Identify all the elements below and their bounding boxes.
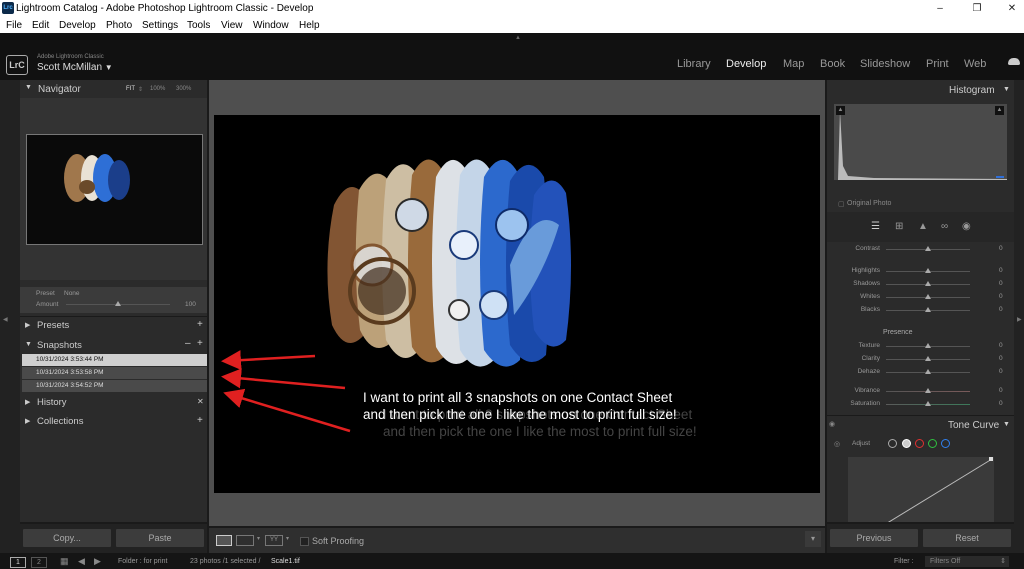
- filter-dropdown-value: Filters Off: [930, 558, 961, 565]
- filter-label: Filter :: [894, 558, 914, 565]
- annotation-line-2: and then pick the one I like the most to…: [363, 407, 677, 422]
- adjust-label: Adjust: [852, 440, 871, 447]
- shadow-clipping-icon[interactable]: ▲: [836, 106, 845, 115]
- highlights-slider-knob[interactable]: [925, 268, 931, 273]
- contrast-label: Contrast: [855, 245, 880, 252]
- healing-icon[interactable]: ▲: [918, 221, 928, 232]
- shadows-label: Shadows: [853, 280, 880, 287]
- tone-curve-title[interactable]: Tone Curve: [948, 420, 999, 431]
- green-channel-icon[interactable]: [928, 439, 937, 448]
- soft-proofing-checkbox[interactable]: [300, 537, 309, 546]
- toolbar-menu-icon[interactable]: ▾: [805, 531, 821, 547]
- blacks-value[interactable]: 0: [999, 306, 1003, 313]
- swap-dropdown-icon[interactable]: ▾: [286, 535, 289, 542]
- target-adjust-icon[interactable]: ◎: [834, 440, 840, 448]
- arrow-snapshot-1: [221, 350, 316, 371]
- saturation-label: Saturation: [850, 400, 880, 407]
- annotation-shadow-line-2: and then pick the one I like the most to…: [383, 424, 697, 439]
- highlights-value[interactable]: 0: [999, 267, 1003, 274]
- contrast-value[interactable]: 0: [999, 245, 1003, 252]
- reset-button[interactable]: Reset: [923, 529, 1011, 547]
- annotation-text: I want to print all 3 snapshots on one C…: [363, 389, 783, 423]
- saturation-value[interactable]: 0: [999, 400, 1003, 407]
- arrow-snapshot-3: [223, 388, 351, 433]
- clarity-slider-knob[interactable]: [925, 356, 931, 361]
- filmstrip-source[interactable]: Folder : for print: [118, 558, 167, 565]
- vibrance-label: Vibrance: [854, 387, 880, 394]
- whites-value[interactable]: 0: [999, 293, 1003, 300]
- back-arrow-icon[interactable]: ◀: [78, 556, 85, 567]
- texture-value[interactable]: 0: [999, 342, 1003, 349]
- dehaze-value[interactable]: 0: [999, 368, 1003, 375]
- vibrance-value[interactable]: 0: [999, 387, 1003, 394]
- arrow-snapshot-2: [221, 368, 346, 390]
- primary-window-button[interactable]: 1: [10, 557, 26, 568]
- dehaze-label: Dehaze: [857, 368, 880, 375]
- point-curve-icon[interactable]: [902, 439, 911, 448]
- histogram-graph: [834, 104, 1007, 180]
- before-after-view-icon[interactable]: [236, 535, 254, 546]
- texture-slider-knob[interactable]: [925, 343, 931, 348]
- tone-curve-collapse-icon[interactable]: ▼: [1003, 421, 1010, 428]
- original-photo-label: Original Photo: [847, 200, 892, 207]
- histogram-curve: [838, 110, 1007, 180]
- histogram-collapse-icon[interactable]: ▼: [1003, 86, 1010, 93]
- dehaze-slider-knob[interactable]: [925, 369, 931, 374]
- annotation-line-1: I want to print all 3 snapshots on one C…: [363, 390, 673, 405]
- filmstrip-filename[interactable]: Scale1.tif: [271, 558, 300, 565]
- secondary-window-button[interactable]: 2: [31, 557, 47, 568]
- filter-dropdown-icon[interactable]: ⇕: [1000, 556, 1006, 567]
- crop-icon[interactable]: ⊞: [895, 221, 903, 232]
- shadows-value[interactable]: 0: [999, 280, 1003, 287]
- blue-channel-icon[interactable]: [941, 439, 950, 448]
- tone-curve-visibility-icon[interactable]: ◉: [829, 420, 835, 428]
- original-photo-checkbox[interactable]: ▢: [838, 200, 845, 208]
- texture-label: Texture: [858, 342, 880, 349]
- highlight-clipping-icon[interactable]: ▲: [995, 106, 1004, 115]
- red-channel-icon[interactable]: [915, 439, 924, 448]
- masking-icon[interactable]: ◉: [962, 221, 971, 232]
- filmstrip-count: 23 photos /1 selected /: [190, 558, 261, 565]
- presence-title: Presence: [883, 329, 913, 336]
- swap-before-after-icon[interactable]: YY: [265, 535, 283, 546]
- parametric-curve-icon[interactable]: [888, 439, 897, 448]
- clarity-value[interactable]: 0: [999, 355, 1003, 362]
- vibrance-slider-knob[interactable]: [925, 388, 931, 393]
- grid-view-icon[interactable]: ▦: [60, 556, 69, 567]
- tone-curve-line: [847, 457, 993, 548]
- edit-sliders-icon[interactable]: ☰: [871, 221, 880, 232]
- red-eye-icon[interactable]: ∞: [941, 221, 948, 232]
- contrast-slider-knob[interactable]: [925, 246, 931, 251]
- histogram-title[interactable]: Histogram: [949, 85, 995, 96]
- highlights-label: Highlights: [851, 267, 880, 274]
- blacks-label: Blacks: [860, 306, 880, 313]
- previous-button[interactable]: Previous: [830, 529, 918, 547]
- whites-slider-knob[interactable]: [925, 294, 931, 299]
- soft-proofing-label: Soft Proofing: [312, 536, 365, 546]
- blacks-slider-knob[interactable]: [925, 307, 931, 312]
- filter-dropdown[interactable]: Filters Off ⇕: [925, 556, 1009, 567]
- tone-curve-graph[interactable]: [847, 457, 994, 548]
- loupe-view-icon[interactable]: [216, 535, 232, 546]
- clarity-label: Clarity: [861, 355, 880, 362]
- saturation-slider-knob[interactable]: [925, 401, 931, 406]
- forward-arrow-icon[interactable]: ▶: [94, 556, 101, 567]
- shadows-slider-knob[interactable]: [925, 281, 931, 286]
- whites-label: Whites: [860, 293, 880, 300]
- divider: [827, 415, 1014, 416]
- before-after-dropdown-icon[interactable]: ▾: [257, 535, 260, 542]
